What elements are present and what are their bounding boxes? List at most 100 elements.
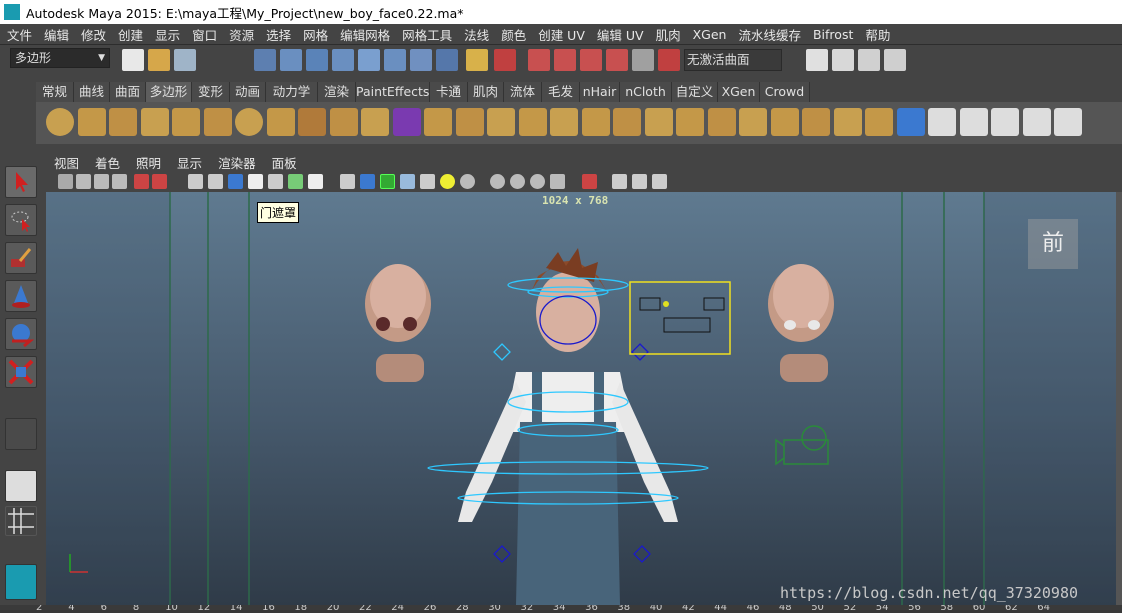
render-settings-icon[interactable] [884, 49, 906, 71]
time-slider[interactable]: 2 4 6 8 10 12 14 16 18 20 22 24 26 28 30 32 34 36 38 40 42 44… [0, 605, 1122, 613]
motion-blur-icon[interactable] [510, 174, 525, 189]
face-control-panel[interactable] [629, 281, 731, 355]
menu-item[interactable]: 网格 [303, 25, 328, 44]
fill-hole-icon[interactable] [518, 108, 547, 136]
select-by-curve-icon[interactable] [384, 49, 406, 71]
split-icon[interactable] [550, 108, 578, 136]
menu-item[interactable]: 显示 [155, 25, 180, 44]
shelf-tab[interactable]: nCloth [620, 82, 672, 102]
select-hierarchy-icon[interactable] [254, 49, 276, 71]
append-icon[interactable] [487, 108, 515, 136]
snap-curve-icon[interactable] [554, 49, 576, 71]
uv-planar-icon[interactable] [928, 108, 956, 136]
menu-item[interactable]: 网格工具 [402, 25, 452, 44]
snap-point-icon[interactable] [580, 49, 602, 71]
menu-item[interactable]: 编辑网格 [340, 25, 390, 44]
menu-item[interactable]: 颜色 [501, 25, 526, 44]
smooth-icon[interactable] [361, 108, 389, 136]
shelf-tab[interactable]: XGen [718, 82, 760, 102]
poly-torus-icon[interactable] [203, 108, 232, 136]
poly-cylinder-icon[interactable] [109, 108, 137, 136]
uv-spherical-icon[interactable] [991, 108, 1019, 136]
ambient-occlusion-icon[interactable] [490, 174, 505, 189]
2d-pan-zoom-icon[interactable] [134, 174, 149, 189]
shelf-tab[interactable]: Crowd [760, 82, 810, 102]
mirror-geometry-icon[interactable] [896, 108, 925, 136]
extract-icon[interactable] [424, 108, 452, 136]
menu-item[interactable]: Bifrost [813, 27, 853, 42]
film-gate-icon[interactable] [208, 174, 223, 189]
shelf-tab[interactable]: 卡通 [430, 82, 468, 102]
move-tool-icon[interactable] [5, 280, 37, 312]
menu-item[interactable]: 编辑 [44, 25, 69, 44]
bevel-icon[interactable] [581, 108, 610, 136]
use-all-lights-icon[interactable] [440, 174, 455, 189]
menu-item[interactable]: 创建 [118, 25, 143, 44]
viewport-front[interactable]: 1024 x 768 门遮罩 前 https://blog.csdn.net/q… [46, 192, 1116, 605]
isolate-select-icon[interactable] [582, 174, 597, 189]
xray-icon[interactable] [400, 174, 415, 189]
select-by-joint-icon[interactable] [358, 49, 380, 71]
boolean-icon[interactable] [392, 108, 421, 136]
help-question-icon[interactable] [436, 49, 458, 71]
camera-select-icon[interactable] [58, 174, 73, 189]
uv-automatic-icon[interactable] [1022, 108, 1051, 136]
render-view-icon[interactable] [806, 49, 828, 71]
xray-joints-icon[interactable] [612, 174, 627, 189]
single-perspective-layout-icon[interactable] [5, 470, 37, 502]
wedge-icon[interactable] [739, 108, 767, 136]
menu-item[interactable]: 创建 UV [538, 25, 585, 44]
wireframe-icon[interactable] [340, 174, 355, 189]
shelf-tab[interactable]: 流体 [504, 82, 542, 102]
shelf-tab[interactable]: 毛发 [542, 82, 580, 102]
view-cube-front[interactable]: 前 [1028, 219, 1078, 269]
extrude-icon[interactable] [613, 108, 641, 136]
poly-pyramid-icon[interactable] [235, 108, 263, 136]
uv-cylindrical-icon[interactable] [959, 108, 988, 136]
open-scene-icon[interactable] [148, 49, 170, 71]
menu-item[interactable]: XGen [693, 27, 727, 42]
shelf-tab[interactable]: 渲染 [318, 82, 356, 102]
shelf-tab[interactable]: 曲线 [74, 82, 110, 102]
menu-item[interactable]: 修改 [81, 25, 106, 44]
image-plane-icon[interactable] [112, 174, 127, 189]
shelf-tab[interactable]: 多边形 [146, 82, 192, 102]
shelf-tab[interactable]: 动画 [230, 82, 266, 102]
shelf-tab[interactable]: 动力学 [266, 82, 318, 102]
panel-menu-item[interactable]: 面板 [272, 153, 297, 172]
bookmark-icon[interactable] [94, 174, 109, 189]
poly-cone-icon[interactable] [140, 108, 169, 136]
select-by-surface-icon[interactable] [410, 49, 432, 71]
menu-item[interactable]: 法线 [464, 25, 489, 44]
merge-icon[interactable] [644, 108, 673, 136]
safe-action-icon[interactable] [288, 174, 303, 189]
shelf-tab[interactable]: nHair [580, 82, 620, 102]
wireframe-on-shaded-icon[interactable] [380, 174, 395, 189]
camera-attributes-icon[interactable] [76, 174, 91, 189]
collapse-icon[interactable] [676, 108, 704, 136]
grease-pencil-icon[interactable] [152, 174, 167, 189]
magnet-icon[interactable] [658, 49, 680, 71]
left-head-model[interactable] [365, 264, 431, 382]
select-object-icon[interactable] [280, 49, 302, 71]
combine-icon[interactable] [298, 108, 326, 136]
poly-pipe-icon[interactable] [266, 108, 295, 136]
last-tool-icon[interactable] [5, 418, 37, 450]
shelf-tab[interactable]: 肌肉 [468, 82, 504, 102]
depth-of-field-icon[interactable] [550, 174, 565, 189]
menu-item[interactable]: 资源 [229, 25, 254, 44]
snap-view-plane-icon[interactable] [606, 49, 628, 71]
shelf-tab[interactable]: 常规 [36, 82, 74, 102]
chamfer-icon[interactable] [707, 108, 736, 136]
panel-menu-item[interactable]: 渲染器 [218, 153, 256, 172]
duplicate-face-icon[interactable] [802, 108, 830, 136]
field-chart-icon[interactable] [268, 174, 283, 189]
poke-icon[interactable] [770, 108, 799, 136]
poly-plane-icon[interactable] [172, 108, 200, 136]
panel-menu-item[interactable]: 照明 [136, 153, 161, 172]
select-by-handle-icon[interactable] [332, 49, 354, 71]
menu-item[interactable]: 选择 [266, 25, 291, 44]
highlight-selection-icon[interactable] [494, 49, 516, 71]
shelf-tab[interactable]: 自定义 [672, 82, 718, 102]
panel-menu-item[interactable]: 显示 [177, 153, 202, 172]
